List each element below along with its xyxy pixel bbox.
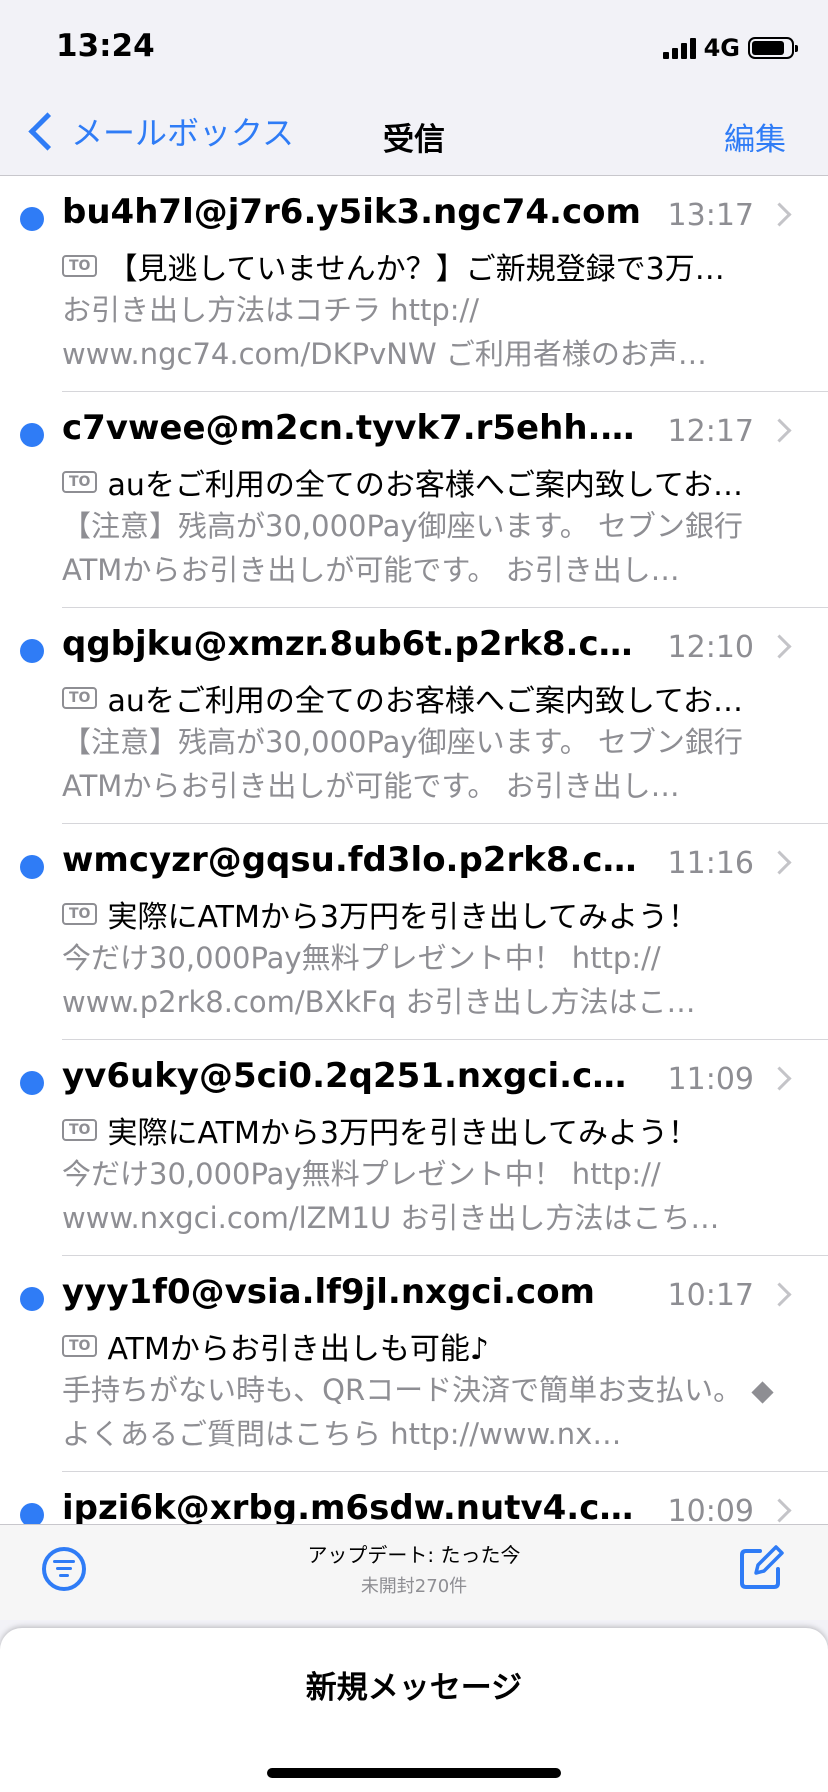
mail-subject: ATMからお引き出しも可能♪	[107, 1332, 490, 1367]
mail-sender: ipzi6k@xrbg.m6sdw.nutv4.c…	[62, 1488, 634, 1524]
mail-row[interactable]: bu4h7l@j7r6.y5ik3.ngc74.com 13:17 TO 【見逃…	[0, 176, 828, 392]
signal-icon	[662, 37, 696, 59]
mail-subject: 実際にATMから3万円を引き出してみよう！	[107, 900, 699, 935]
to-badge: TO	[62, 471, 98, 493]
mail-sender: qgbjku@xmzr.8ub6t.p2rk8.c…	[62, 624, 633, 664]
bottom-toolbar: アップデート: たった今 未開封270件	[0, 1524, 828, 1620]
new-message-title: 新規メッセージ	[305, 1670, 523, 1706]
mail-sender: yv6uky@5ci0.2q251.nxgci.c…	[62, 1056, 627, 1096]
status-indicators: 4G	[662, 34, 798, 62]
update-status: アップデート: たった今	[307, 1543, 521, 1567]
mail-preview: 今だけ30,000Pay無料プレゼント中！ http:// www.p2rk8.…	[62, 941, 696, 1019]
mail-time: 11:16	[667, 846, 754, 881]
mail-subject: auをご利用の全てのお客様へご案内致してお…	[107, 468, 744, 503]
mail-time: 10:17	[667, 1278, 754, 1313]
unread-dot	[20, 639, 44, 663]
mail-time: 13:17	[667, 198, 754, 233]
mail-row[interactable]: c7vwee@m2cn.tyvk7.r5ehh.… 12:17 TO auをご利…	[0, 392, 828, 608]
mail-subject-line: TO auをご利用の全てのお客様へご案内致してお…	[62, 676, 782, 720]
mail-list: bu4h7l@j7r6.y5ik3.ngc74.com 13:17 TO 【見逃…	[0, 176, 828, 1524]
home-indicator	[267, 1768, 561, 1778]
new-message-sheet[interactable]: 新規メッセージ	[0, 1628, 828, 1792]
mail-row[interactable]: yyy1f0@vsia.lf9jl.nxgci.com 10:17 TO ATM…	[0, 1256, 828, 1472]
unread-dot	[20, 1503, 44, 1524]
mail-row[interactable]: ipzi6k@xrbg.m6sdw.nutv4.c… 10:09	[0, 1472, 828, 1524]
mail-preview: 手持ちがない時も、QRコード決済で簡単お支払い。 ◆よくあるご質問はこちら ht…	[62, 1373, 774, 1451]
mail-row[interactable]: qgbjku@xmzr.8ub6t.p2rk8.c… 12:10 TO auをご…	[0, 608, 828, 824]
mail-preview: 今だけ30,000Pay無料プレゼント中！ http:// www.nxgci.…	[62, 1157, 720, 1235]
mail-sender: wmcyzr@gqsu.fd3lo.p2rk8.c…	[62, 840, 637, 880]
mail-app-screen: 13:24 4G メールボックス 受信 編集 bu4h7l@j7r6.y5ik3…	[0, 0, 828, 1792]
mail-time: 11:09	[667, 1062, 754, 1097]
mail-sender: c7vwee@m2cn.tyvk7.r5ehh.…	[62, 408, 635, 448]
to-badge: TO	[62, 1335, 98, 1357]
chevron-right-icon	[767, 850, 792, 875]
chevron-right-icon	[767, 418, 792, 443]
to-badge: TO	[62, 1119, 98, 1141]
unread-count: 未開封270件	[360, 1576, 468, 1597]
edit-button[interactable]: 編集	[724, 114, 786, 159]
chevron-right-icon	[767, 634, 792, 659]
mail-subject: auをご利用の全てのお客様へご案内致してお…	[107, 684, 744, 719]
unread-dot	[20, 1071, 44, 1095]
mail-preview: 【注意】残高が30,000Pay御座います。 セブン銀行ATMからお引き出しが可…	[62, 725, 743, 803]
compose-icon[interactable]	[738, 1545, 784, 1591]
chevron-right-icon	[767, 202, 792, 227]
mail-subject-line: TO 実際にATMから3万円を引き出してみよう！	[62, 1108, 782, 1152]
status-time: 13:24	[56, 28, 155, 64]
mail-subject-line: TO 実際にATMから3万円を引き出してみよう！	[62, 892, 782, 936]
mail-row[interactable]: yv6uky@5ci0.2q251.nxgci.c… 11:09 TO 実際にA…	[0, 1040, 828, 1256]
mail-subject-line: TO ATMからお引き出しも可能♪	[62, 1324, 782, 1368]
mail-time: 12:10	[667, 630, 754, 665]
chevron-right-icon	[767, 1498, 792, 1523]
battery-icon	[748, 37, 798, 59]
mail-time: 12:17	[667, 414, 754, 449]
navigation-bar: メールボックス 受信 編集	[0, 100, 828, 176]
toolbar-status: アップデート: たった今 未開封270件	[0, 1539, 828, 1598]
mail-row[interactable]: wmcyzr@gqsu.fd3lo.p2rk8.c… 11:16 TO 実際にA…	[0, 824, 828, 1040]
mail-sender: yyy1f0@vsia.lf9jl.nxgci.com	[62, 1272, 595, 1312]
mail-preview: 【注意】残高が30,000Pay御座います。 セブン銀行ATMからお引き出しが可…	[62, 509, 743, 587]
mail-subject-line: TO auをご利用の全てのお客様へご案内致してお…	[62, 460, 782, 504]
to-badge: TO	[62, 255, 98, 277]
status-bar: 13:24 4G	[0, 0, 828, 100]
chevron-right-icon	[767, 1066, 792, 1091]
mail-time: 10:09	[667, 1494, 754, 1524]
to-badge: TO	[62, 687, 98, 709]
page-title: 受信	[383, 122, 445, 158]
mail-preview: お引き出し方法はコチラ http:// www.ngc74.com/DKPvNW…	[62, 293, 707, 371]
unread-dot	[20, 423, 44, 447]
mail-subject: 実際にATMから3万円を引き出してみよう！	[107, 1116, 699, 1151]
to-badge: TO	[62, 903, 98, 925]
network-type: 4G	[703, 34, 740, 62]
unread-dot	[20, 207, 44, 231]
chevron-right-icon	[767, 1282, 792, 1307]
unread-dot	[20, 855, 44, 879]
mail-sender: bu4h7l@j7r6.y5ik3.ngc74.com	[62, 192, 641, 232]
mail-subject-line: TO 【見逃していませんか？】ご新規登録で3万…	[62, 244, 782, 288]
mail-subject: 【見逃していませんか？】ご新規登録で3万…	[107, 252, 725, 287]
unread-dot	[20, 1287, 44, 1311]
